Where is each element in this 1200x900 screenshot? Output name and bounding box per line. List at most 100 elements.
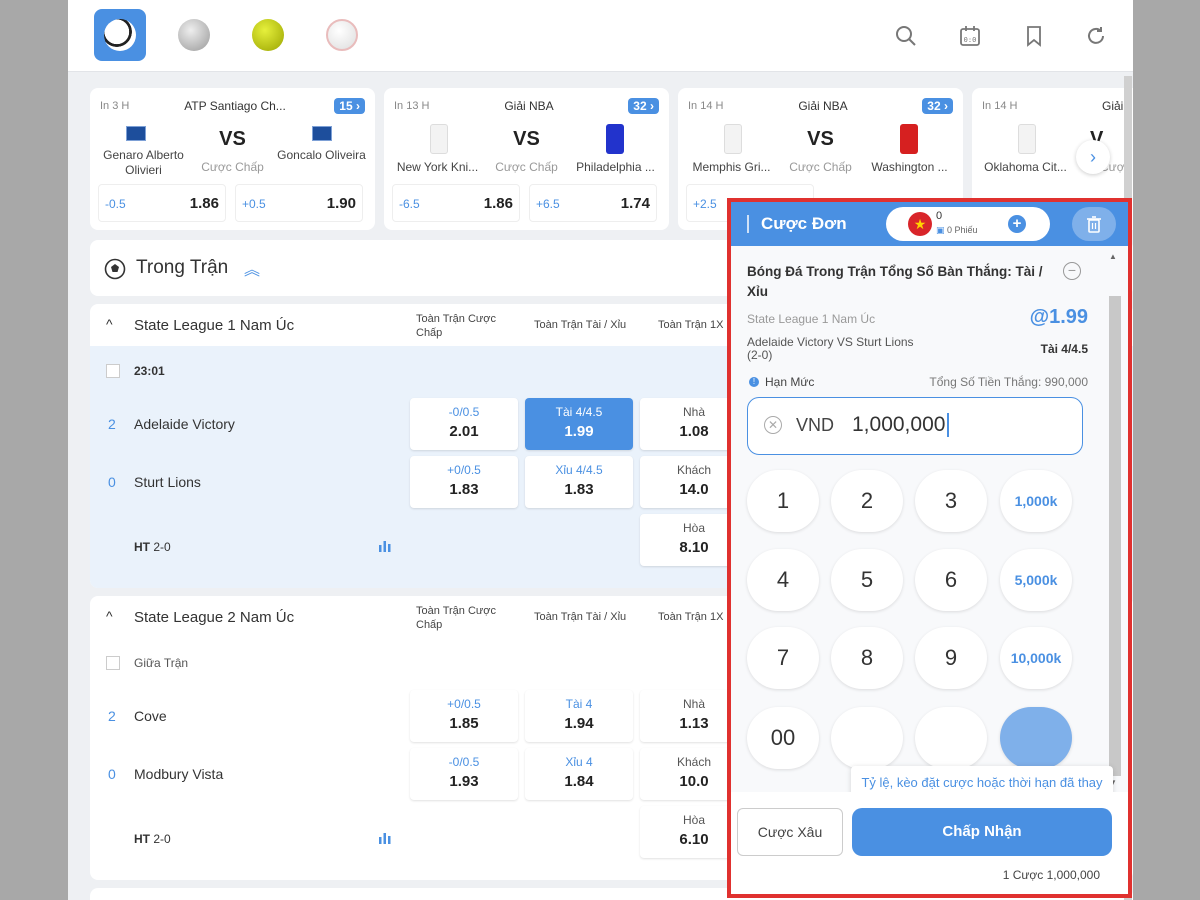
carousel-next-icon[interactable]: › (1076, 140, 1110, 174)
home-score: 2 (108, 416, 116, 432)
chevron-up-icon[interactable]: ^ (106, 608, 113, 624)
keypad-5[interactable]: 5 (831, 549, 903, 611)
home-score: 2 (108, 708, 116, 724)
currency-label: VND (796, 415, 835, 435)
stake-value: 1,000,000 (852, 413, 950, 437)
away-odd-button[interactable]: +6.5 1.74 (529, 184, 657, 222)
home-team: Cove (134, 708, 167, 724)
market-count-badge[interactable]: 32 › (628, 98, 659, 114)
scoreboard-icon[interactable]: 0:0 (956, 22, 984, 50)
column-header-handicap: Toàn Trận Cược Chấp (416, 313, 496, 339)
clear-slip-button[interactable] (1072, 207, 1116, 241)
sport-tab-basketball[interactable] (168, 9, 220, 61)
info-icon[interactable]: ! (749, 377, 759, 387)
bet-odds: @1.99 (1029, 306, 1088, 328)
versus-label: VS (513, 128, 540, 150)
chevron-up-icon[interactable]: ^ (106, 316, 113, 332)
stake-input[interactable]: ✕ VND 1,000,000 (747, 397, 1083, 455)
under-odd[interactable]: Xỉu 4/4.5 1.83 (525, 456, 633, 508)
away-team: Sturt Lions (134, 474, 201, 490)
sport-tab-baseball[interactable] (316, 9, 368, 61)
slip-scrollbar[interactable] (1109, 296, 1121, 776)
half-time-score: HT 2-0 (134, 540, 171, 554)
bet-market: Bóng Đá Trong Trận Tổng Số Bàn Thắng: Tà… (747, 264, 1043, 299)
over-odd[interactable]: Tài 4 1.94 (525, 690, 633, 742)
bet-match: Adelaide Victory VS Sturt Lions (2-0) (747, 335, 914, 362)
parlay-button[interactable]: Cược Xâu (737, 808, 843, 856)
away-team: Philadelphia ... (576, 160, 655, 174)
keypad-4[interactable]: 4 (747, 549, 819, 611)
keypad-10000k[interactable]: 10,000k (1000, 627, 1072, 689)
bet-slip-title[interactable]: Cược Đơn (761, 214, 847, 234)
soccer-ball-icon (104, 258, 126, 280)
match-card[interactable]: In 3 H ATP Santiago Ch... 15 › VS Cược C… (90, 88, 375, 230)
search-icon[interactable] (892, 22, 920, 50)
match-start-time: In 3 H (100, 100, 130, 112)
vietnam-flag-icon: ★ (908, 212, 932, 236)
clear-input-icon[interactable]: ✕ (764, 416, 782, 434)
keypad-1000k[interactable]: 1,000k (1000, 470, 1072, 532)
bet-slip-panel: Cược Đơn ★ 0 ▣ 0 Phiếu + Bóng Đá Trong T… (727, 198, 1132, 898)
match-start-time: In 14 H (688, 100, 724, 112)
keypad-8[interactable]: 8 (831, 627, 903, 689)
stats-icon[interactable] (378, 832, 392, 844)
bookmark-icon[interactable] (1020, 22, 1048, 50)
league-name: Giải NBA (504, 99, 554, 113)
league-name: ATP Santiago Ch... (184, 99, 286, 113)
home-odd-button[interactable]: -6.5 1.86 (392, 184, 520, 222)
bet-selection: Tài 4/4.5 (1040, 342, 1088, 356)
column-header-over-under: Toàn Trận Tài / Xỉu (534, 611, 627, 623)
column-header-1x2: Toàn Trận 1X (658, 611, 724, 623)
ticket-count: ▣ 0 Phiếu (936, 225, 978, 235)
soccer-ball-icon (104, 19, 136, 51)
keypad-2[interactable]: 2 (831, 470, 903, 532)
handicap-home-odd[interactable]: -0/0.5 2.01 (410, 398, 518, 450)
favorite-checkbox[interactable] (106, 364, 120, 378)
over-odd-selected[interactable]: Tài 4/4.5 1.99 (525, 398, 633, 450)
under-odd[interactable]: Xỉu 4 1.84 (525, 748, 633, 800)
home-team: Genaro Alberto Olivieri (103, 148, 184, 177)
stats-icon[interactable] (378, 540, 392, 552)
handicap-away-odd[interactable]: -0/0.5 1.93 (410, 748, 518, 800)
market-count-badge[interactable]: 32 › (922, 98, 953, 114)
accept-button[interactable]: Chấp Nhận (852, 808, 1112, 856)
keypad-7[interactable]: 7 (747, 627, 819, 689)
keypad-1[interactable]: 1 (747, 470, 819, 532)
handicap-home-odd[interactable]: +0/0.5 1.85 (410, 690, 518, 742)
ticket-counter[interactable]: ★ 0 ▣ 0 Phiếu + (886, 207, 1050, 241)
limit-label[interactable]: Hạn Mức (765, 375, 814, 389)
handicap-away-odd[interactable]: +0/0.5 1.83 (410, 456, 518, 508)
keypad-confirm[interactable] (1000, 707, 1072, 769)
bet-summary: 1 Cược 1,000,000 (1002, 868, 1100, 882)
away-score: 0 (108, 474, 116, 490)
keypad-0[interactable] (831, 707, 903, 769)
bet-slip-header: Cược Đơn ★ 0 ▣ 0 Phiếu + (731, 202, 1128, 246)
match-card[interactable]: In 13 H Giải NBA 32 › VS Cược Chấp New Y… (384, 88, 669, 230)
league-name: Giải NBA (798, 99, 848, 113)
keypad-3[interactable]: 3 (915, 470, 987, 532)
scroll-up-icon[interactable]: ▲ (1109, 252, 1117, 261)
home-team: New York Kni... (396, 160, 479, 174)
keypad-6[interactable]: 6 (915, 549, 987, 611)
refresh-icon[interactable] (1082, 22, 1110, 50)
remove-bet-icon[interactable]: − (1063, 262, 1081, 280)
away-odd-button[interactable]: +0.5 1.90 (235, 184, 363, 222)
keypad-9[interactable]: 9 (915, 627, 987, 689)
add-icon[interactable]: + (1008, 215, 1026, 233)
sport-tab-soccer[interactable] (94, 9, 146, 61)
home-odd-button[interactable]: -0.5 1.86 (98, 184, 226, 222)
keypad-5000k[interactable]: 5,000k (1000, 549, 1072, 611)
keypad-00[interactable]: 00 (747, 707, 819, 769)
bet-league: State League 1 Nam Úc (747, 312, 876, 326)
keypad-backspace[interactable] (915, 707, 987, 769)
home-team: Oklahoma Cit... (984, 160, 1067, 174)
market-count-badge[interactable]: 15 › (334, 98, 365, 114)
match-start-time: In 14 H (982, 100, 1018, 112)
collapse-icon[interactable]: ︽ (244, 256, 260, 280)
column-header-over-under: Toàn Trận Tài / Xỉu (534, 319, 627, 331)
bet-count: 0 (936, 210, 943, 222)
sport-tab-tennis[interactable] (242, 9, 294, 61)
bet-slip-body: Bóng Đá Trong Trận Tổng Số Bàn Thắng: Tà… (731, 246, 1128, 822)
home-team: Memphis Gri... (692, 160, 771, 174)
favorite-checkbox[interactable] (106, 656, 120, 670)
